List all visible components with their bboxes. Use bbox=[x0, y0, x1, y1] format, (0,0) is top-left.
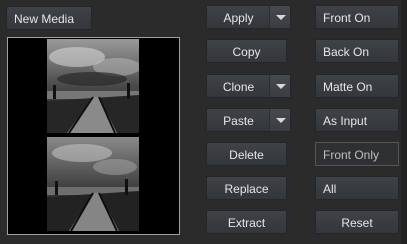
new-media-label: New Media bbox=[14, 12, 75, 26]
all-button[interactable]: All bbox=[315, 176, 399, 200]
as-input-label: As Input bbox=[323, 114, 368, 128]
front-only-label: Front Only bbox=[323, 148, 380, 162]
extract-label: Extract bbox=[227, 216, 266, 230]
paste-button[interactable]: Paste bbox=[206, 108, 291, 132]
dropdown-arrow-icon[interactable] bbox=[269, 75, 290, 97]
clone-label: Clone bbox=[222, 80, 255, 94]
replace-button[interactable]: Replace bbox=[206, 176, 287, 200]
back-on-label: Back On bbox=[323, 45, 370, 59]
delete-label: Delete bbox=[229, 148, 264, 162]
reset-label: Reset bbox=[341, 216, 373, 230]
apply-button[interactable]: Apply bbox=[206, 5, 291, 29]
as-input-button[interactable]: As Input bbox=[315, 108, 399, 132]
reset-button[interactable]: Reset bbox=[315, 210, 399, 234]
matte-on-label: Matte On bbox=[323, 80, 373, 94]
matte-on-button[interactable]: Matte On bbox=[315, 74, 399, 98]
paste-label: Paste bbox=[223, 114, 254, 128]
replace-label: Replace bbox=[224, 182, 269, 196]
copy-button[interactable]: Copy bbox=[206, 39, 287, 63]
back-on-button[interactable]: Back On bbox=[315, 39, 399, 63]
dropdown-arrow-icon[interactable] bbox=[269, 109, 290, 131]
media-preview bbox=[7, 37, 180, 235]
front-on-label: Front On bbox=[323, 11, 371, 25]
panel-edge bbox=[401, 0, 407, 244]
new-media-button[interactable]: New Media bbox=[6, 6, 92, 30]
back-thumbnail[interactable] bbox=[47, 137, 139, 231]
clone-button[interactable]: Clone bbox=[206, 74, 291, 98]
back-image bbox=[47, 137, 139, 231]
all-label: All bbox=[323, 182, 337, 196]
extract-button[interactable]: Extract bbox=[206, 210, 287, 234]
front-only-field[interactable]: Front Only bbox=[315, 142, 399, 166]
front-thumbnail[interactable] bbox=[47, 39, 139, 133]
apply-label: Apply bbox=[223, 11, 254, 25]
copy-label: Copy bbox=[232, 45, 261, 59]
dropdown-arrow-icon[interactable] bbox=[269, 6, 290, 28]
front-image bbox=[47, 39, 139, 133]
delete-button[interactable]: Delete bbox=[206, 142, 287, 166]
front-on-button[interactable]: Front On bbox=[315, 5, 399, 29]
